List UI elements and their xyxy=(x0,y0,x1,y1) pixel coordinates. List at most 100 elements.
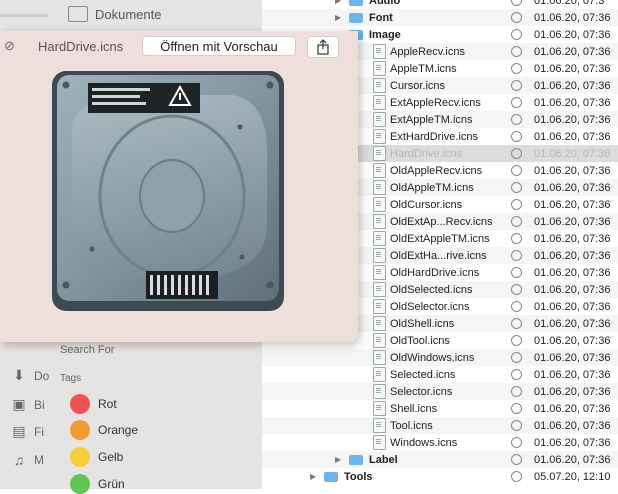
sync-status-icon xyxy=(511,97,522,108)
date-modified: 01.06.20, 07:36 xyxy=(534,28,611,41)
date-modified: 01.06.20, 07:36 xyxy=(534,62,611,75)
sync-status-icon xyxy=(511,182,522,193)
file-row[interactable]: Shell.icns 01.06.20, 07:36 xyxy=(262,400,618,417)
file-row[interactable]: Selected.icns 01.06.20, 07:36 xyxy=(262,366,618,383)
tag-color-dot xyxy=(70,447,90,467)
date-modified: 01.06.20, 07:36 xyxy=(534,215,611,228)
tag-label: Gelb xyxy=(98,450,124,464)
file-name: ExtAppleTM.icns xyxy=(390,113,473,126)
file-name: Shell.icns xyxy=(390,402,438,415)
date-modified: 01.06.20, 07:36 xyxy=(534,249,611,262)
film-icon: ▤ xyxy=(12,423,26,439)
file-icon xyxy=(373,384,386,399)
date-modified: 01.06.20, 07:3 xyxy=(534,0,605,7)
quicklook-title: HardDrive.icns xyxy=(38,39,124,54)
disclosure-closed-icon[interactable]: ▶ xyxy=(335,0,341,5)
folder-row[interactable]: ▶ Font 01.06.20, 07:36 xyxy=(262,9,618,26)
file-name: Audio xyxy=(369,0,401,7)
file-row[interactable]: Tool.icns 01.06.20, 07:36 xyxy=(262,417,618,434)
tag-item[interactable]: Rot xyxy=(70,394,117,414)
file-icon xyxy=(373,282,386,297)
date-modified: 01.06.20, 07:36 xyxy=(534,453,611,466)
file-icon xyxy=(373,299,386,314)
tag-item[interactable]: Grün xyxy=(70,474,125,494)
share-button[interactable] xyxy=(307,36,339,58)
file-name: OldWindows.icns xyxy=(390,351,475,364)
sync-status-icon xyxy=(511,335,522,346)
sidebar-item-truncated[interactable]: ▤ Fi xyxy=(10,423,44,440)
sidebar-item-label: Bi xyxy=(34,397,45,412)
sync-status-icon xyxy=(511,131,522,142)
folder-row[interactable]: ▶ Label 01.06.20, 07:36 xyxy=(262,451,618,468)
sidebar-item-label: Dokumente xyxy=(95,6,162,22)
file-icon xyxy=(373,129,386,144)
file-name: Tools xyxy=(344,470,373,483)
file-name: ExtAppleRecv.icns xyxy=(390,96,481,109)
file-name: Windows.icns xyxy=(390,436,458,449)
date-modified: 01.06.20, 07:36 xyxy=(534,96,611,109)
date-modified: 01.06.20, 07:36 xyxy=(534,11,611,24)
sync-status-icon xyxy=(511,80,522,91)
file-icon xyxy=(373,316,386,331)
file-name: OldShell.icns xyxy=(390,317,455,330)
date-modified: 01.06.20, 07:36 xyxy=(534,368,611,381)
open-with-preview-button[interactable]: Öffnen mit Vorschau xyxy=(142,36,296,56)
sync-status-icon xyxy=(511,437,522,448)
file-name: OldExtHa...rive.icns xyxy=(390,249,487,262)
date-modified: 01.06.20, 07:36 xyxy=(534,300,611,313)
tag-item[interactable]: Gelb xyxy=(70,447,123,467)
file-icon xyxy=(373,61,386,76)
file-name: ExtHardDrive.icns xyxy=(390,130,479,143)
disclosure-closed-icon[interactable]: ▶ xyxy=(335,455,341,464)
sync-status-icon xyxy=(511,46,522,57)
folder-icon xyxy=(349,12,363,23)
date-modified: 01.06.20, 07:36 xyxy=(534,419,611,432)
sync-status-icon xyxy=(511,165,522,176)
file-icon xyxy=(373,231,386,246)
download-icon: ⬇ xyxy=(13,367,25,383)
file-name: AppleTM.icns xyxy=(390,62,457,75)
file-name: OldCursor.icns xyxy=(390,198,463,211)
sidebar-item-dokumente[interactable]: Dokumente xyxy=(68,6,161,22)
sidebar-item-truncated[interactable]: ♫ M xyxy=(10,452,44,468)
tag-label: Rot xyxy=(98,397,117,411)
date-modified: 01.06.20, 07:36 xyxy=(534,283,611,296)
date-modified: 01.06.20, 07:36 xyxy=(534,402,611,415)
camera-icon: ▣ xyxy=(12,396,26,412)
sync-status-icon xyxy=(511,386,522,397)
sidebar-item-label: Fi xyxy=(34,424,44,439)
sync-status-icon xyxy=(511,233,522,244)
file-row[interactable]: Windows.icns 01.06.20, 07:36 xyxy=(262,434,618,451)
disclosure-closed-icon[interactable]: ▶ xyxy=(310,472,316,481)
file-row[interactable]: OldWindows.icns 01.06.20, 07:36 xyxy=(262,349,618,366)
sidebar-item-truncated[interactable]: ⬇ Do xyxy=(10,367,49,384)
quicklook-panel: ⊘ HardDrive.icns Öffnen mit Vorschau xyxy=(0,31,358,342)
file-icon xyxy=(373,163,386,178)
tag-color-dot xyxy=(70,394,90,414)
file-name: OldSelected.icns xyxy=(390,283,473,296)
date-modified: 01.06.20, 07:36 xyxy=(534,164,611,177)
sync-status-icon xyxy=(511,369,522,380)
folder-row[interactable]: ▶ Tools 05.07.20, 12:10 xyxy=(262,468,618,485)
sidebar-item-truncated[interactable]: ▣ Bi xyxy=(10,396,45,413)
sync-status-icon xyxy=(511,267,522,278)
date-modified: 01.06.20, 07:36 xyxy=(534,45,611,58)
folder-row[interactable]: ▶ Audio 01.06.20, 07:3 xyxy=(262,0,618,9)
sync-status-icon xyxy=(511,63,522,74)
file-icon xyxy=(373,248,386,263)
tag-item[interactable]: Orange xyxy=(70,420,138,440)
file-icon xyxy=(373,180,386,195)
file-name: Label xyxy=(369,453,398,466)
file-icon xyxy=(373,418,386,433)
sync-status-icon xyxy=(511,403,522,414)
file-icon xyxy=(373,214,386,229)
sync-status-icon xyxy=(511,471,522,482)
date-modified: 01.06.20, 07:36 xyxy=(534,198,611,211)
file-row[interactable]: Selector.icns 01.06.20, 07:36 xyxy=(262,383,618,400)
close-icon[interactable]: ⊘ xyxy=(4,38,15,54)
disclosure-closed-icon[interactable]: ▶ xyxy=(335,13,341,22)
date-modified: 01.06.20, 07:36 xyxy=(534,436,611,449)
tag-label: Orange xyxy=(98,423,139,437)
tag-color-dot xyxy=(70,420,90,440)
folder-icon xyxy=(349,454,363,465)
